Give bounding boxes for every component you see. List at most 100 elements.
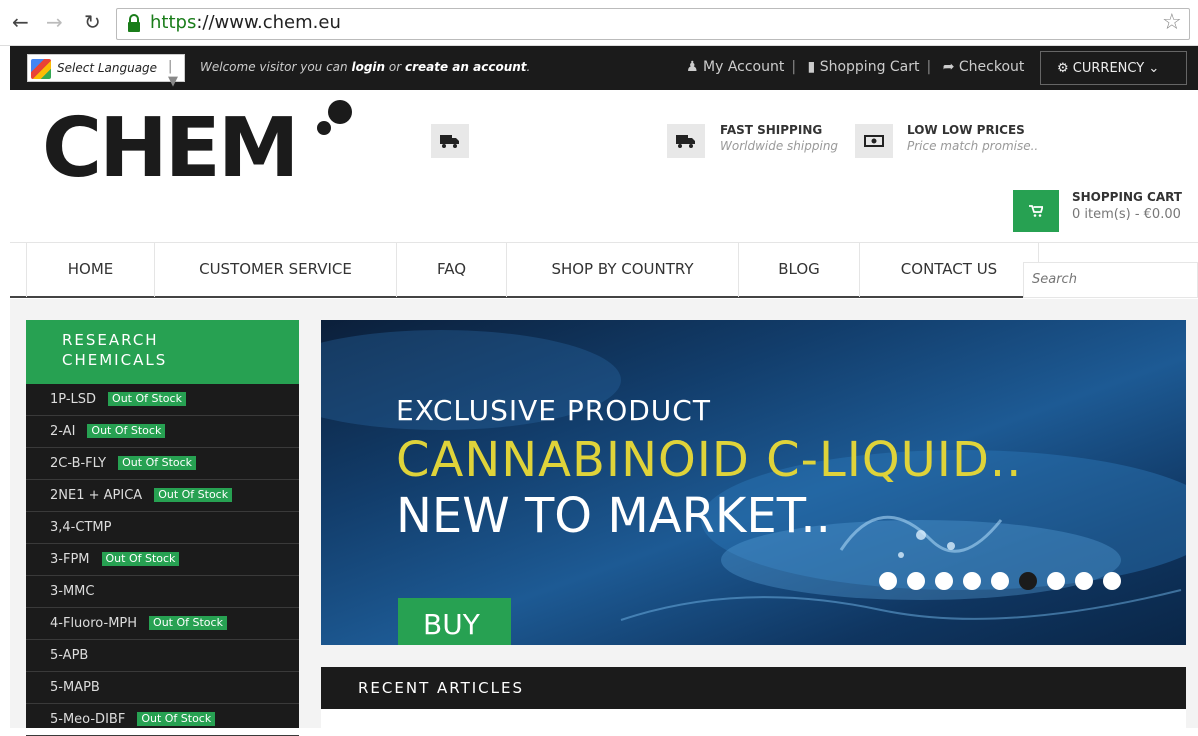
truck-icon	[431, 124, 469, 158]
chem-logo[interactable]: CHEM	[42, 98, 362, 188]
slider-dot[interactable]	[935, 572, 953, 590]
slider-dot[interactable]	[907, 572, 925, 590]
category-item[interactable]: 2NE1 + APICA Out Of Stock	[26, 480, 299, 512]
feature-subtitle: Price match promise..	[907, 139, 1039, 153]
reload-icon[interactable]: ↻	[84, 10, 101, 34]
category-item[interactable]: 3-FPM Out Of Stock	[26, 544, 299, 576]
out-of-stock-badge: Out Of Stock	[101, 552, 180, 566]
category-label: 3,4-CTMP	[50, 520, 112, 535]
category-label: 2-AI	[50, 424, 76, 439]
category-label: 4-Fluoro-MPH	[50, 616, 138, 631]
sidebar-heading-line2: CHEMICALS	[62, 351, 168, 369]
language-select[interactable]: Select Language | ▼	[27, 54, 185, 89]
category-item[interactable]: 2-AI Out Of Stock	[26, 416, 299, 448]
out-of-stock-badge: Out Of Stock	[108, 392, 186, 406]
category-item[interactable]: 2C-B-FLY Out Of Stock	[26, 448, 299, 480]
url-text: https://www.chem.eu	[150, 12, 341, 33]
recent-articles-body	[321, 709, 1186, 728]
category-item[interactable]: 3-MMC	[26, 576, 299, 608]
welcome-text: Welcome visitor you can login or create …	[200, 60, 530, 74]
recent-articles-heading: RECENT ARTICLES	[321, 667, 1186, 709]
out-of-stock-badge: Out Of Stock	[154, 488, 233, 502]
google-translate-icon	[31, 59, 51, 79]
star-icon[interactable]: ☆	[1162, 10, 1182, 35]
welcome-period: .	[526, 60, 531, 74]
banner-line-2: CANNABINOID C-LIQUID..	[396, 432, 1023, 488]
category-label: 5-Meo-DIBF	[50, 712, 126, 727]
hero-banner[interactable]: EXCLUSIVE PRODUCT CANNABINOID C-LIQUID..…	[321, 320, 1186, 645]
category-item[interactable]: 3,4-CTMP	[26, 512, 299, 544]
shopping-cart-link[interactable]: Shopping Cart	[820, 59, 920, 75]
nav-item-contact-us[interactable]: CONTACT US	[859, 243, 1039, 297]
category-label: 5-APB	[50, 648, 89, 663]
chevron-down-icon: | ▼	[168, 59, 178, 89]
welcome-or: or	[385, 60, 405, 74]
category-item[interactable]: 5-APB	[26, 640, 299, 672]
logo-text: CHEM	[42, 101, 296, 188]
cart-summary[interactable]: 0 item(s) - €0.00	[1072, 207, 1181, 222]
out-of-stock-badge: Out Of Stock	[87, 424, 166, 438]
cart-button[interactable]	[1013, 190, 1059, 232]
category-list: 1P-LSD Out Of Stock 2-AI Out Of Stock 2C-B…	[26, 384, 299, 736]
slider-dot[interactable]	[991, 572, 1009, 590]
feature-title: LOW LOW PRICES	[907, 123, 1025, 137]
nav-item-blog[interactable]: BLOG	[738, 243, 859, 297]
user-icon: ♟	[686, 59, 699, 75]
sidebar-heading-line1: RESEARCH	[62, 331, 159, 349]
chevron-down-icon: ⌄	[1148, 61, 1160, 76]
nav-item-faq[interactable]: FAQ	[396, 243, 506, 297]
separator: |	[926, 59, 932, 75]
create-account-link[interactable]: create an account	[405, 60, 527, 74]
category-label: 2C-B-FLY	[50, 456, 107, 471]
nav-item-customer-service[interactable]: CUSTOMER SERVICE	[154, 243, 396, 297]
slider-dot[interactable]	[963, 572, 981, 590]
currency-button[interactable]: ⚙ CURRENCY ⌄	[1040, 51, 1187, 85]
category-item[interactable]: 1P-LSD Out Of Stock	[26, 384, 299, 416]
category-item[interactable]: 5-MAPB	[26, 672, 299, 704]
feature-subtitle: Worldwide shipping	[720, 139, 839, 153]
category-label: 1P-LSD	[50, 392, 97, 407]
out-of-stock-badge: Out Of Stock	[118, 456, 197, 470]
slider-dot[interactable]	[1019, 572, 1037, 590]
category-item[interactable]: 5-Meo-DIBF Out Of Stock	[26, 704, 299, 736]
lock-icon	[128, 14, 140, 32]
banner-line-1: EXCLUSIVE PRODUCT	[396, 394, 711, 427]
separator: |	[791, 59, 797, 75]
currency-label: CURRENCY	[1072, 61, 1145, 76]
url-scheme: https	[150, 12, 197, 33]
feature-title: FAST SHIPPING	[720, 123, 823, 137]
sidebar-heading: RESEARCH CHEMICALS	[26, 320, 299, 384]
share-arrow-icon: ➦	[942, 59, 955, 75]
gear-icon: ⚙	[1057, 61, 1069, 76]
slider-dot[interactable]	[1103, 572, 1121, 590]
nav-item-home[interactable]: HOME	[26, 243, 154, 297]
cart-title[interactable]: SHOPPING CART	[1072, 190, 1182, 204]
truck-icon	[667, 124, 705, 158]
url-host: ://www.chem.eu	[196, 12, 341, 33]
slider-dot[interactable]	[1075, 572, 1093, 590]
back-arrow-icon[interactable]: ←	[12, 10, 29, 34]
buy-button[interactable]: BUY	[398, 598, 511, 645]
forward-arrow-icon[interactable]: →	[46, 10, 63, 34]
browser-toolbar: ← → ↻ https://www.chem.eu ☆	[0, 0, 1198, 46]
bookmark-icon: ▮	[807, 59, 816, 75]
my-account-link[interactable]: My Account	[703, 59, 784, 75]
slider-dot[interactable]	[879, 572, 897, 590]
checkout-link[interactable]: Checkout	[959, 59, 1025, 75]
cart-icon	[1029, 205, 1043, 217]
search-box	[1023, 262, 1198, 298]
category-label: 2NE1 + APICA	[50, 488, 143, 503]
out-of-stock-badge: Out Of Stock	[137, 712, 216, 726]
top-bar: Select Language | ▼ Welcome visitor you …	[10, 46, 1198, 90]
login-link[interactable]: login	[351, 60, 385, 74]
out-of-stock-badge: Out Of Stock	[149, 616, 227, 630]
nav-item-shop-by-country[interactable]: SHOP BY COUNTRY	[506, 243, 738, 297]
category-label: 3-MMC	[50, 584, 95, 599]
money-icon	[855, 124, 893, 158]
slider-dot[interactable]	[1047, 572, 1065, 590]
category-label: 5-MAPB	[50, 680, 100, 695]
banner-line-3: NEW TO MARKET..	[396, 488, 831, 544]
search-input[interactable]	[1032, 272, 1192, 287]
category-label: 3-FPM	[50, 552, 90, 567]
category-item[interactable]: 4-Fluoro-MPH Out Of Stock	[26, 608, 299, 640]
